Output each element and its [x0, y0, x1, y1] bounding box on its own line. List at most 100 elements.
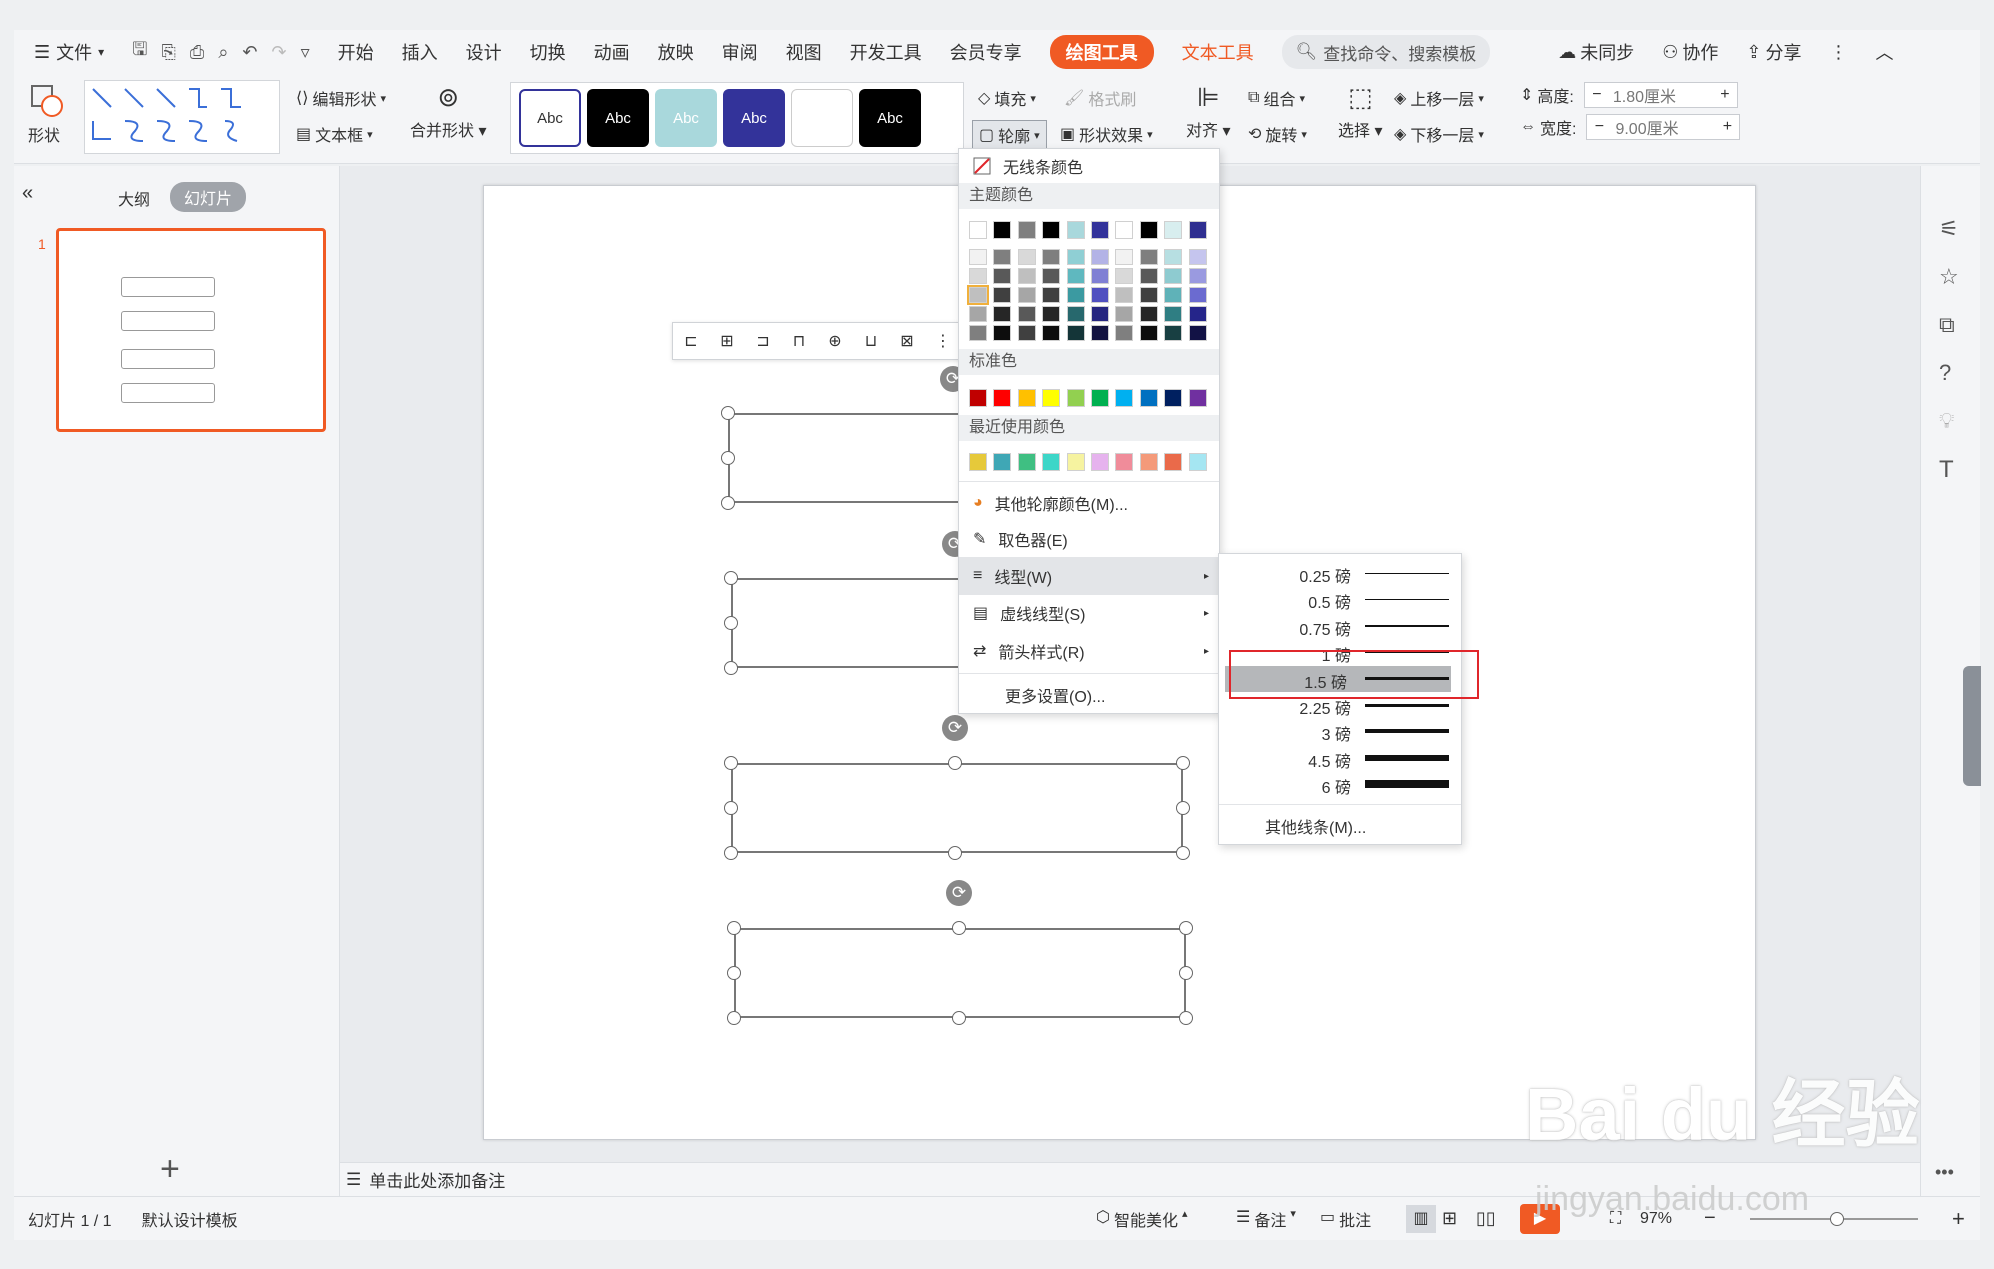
- color-swatch[interactable]: [1115, 325, 1134, 341]
- color-swatch[interactable]: [1164, 306, 1183, 322]
- resize-handle[interactable]: [721, 406, 735, 420]
- color-swatch[interactable]: [1066, 287, 1085, 303]
- tab-slides[interactable]: 幻灯片: [170, 182, 247, 212]
- color-swatch[interactable]: [1017, 325, 1036, 341]
- color-swatch[interactable]: [1139, 389, 1158, 407]
- file-menu[interactable]: ☰ 文件 ▾: [14, 30, 118, 74]
- resize-handle[interactable]: [727, 966, 741, 980]
- color-swatch[interactable]: [1091, 306, 1109, 322]
- color-swatch[interactable]: [1042, 287, 1061, 303]
- color-swatch[interactable]: [967, 285, 989, 305]
- style-sample-white[interactable]: Abc: [519, 89, 581, 147]
- send-backward-button[interactable]: ◈ 下移一层 ▾: [1394, 122, 1484, 146]
- help-icon[interactable]: ?: [1939, 360, 1951, 386]
- fill-button[interactable]: ◇ 填充 ▾: [978, 86, 1036, 110]
- style-sample-navy[interactable]: Abc: [723, 89, 785, 147]
- star-icon[interactable]: ☆: [1939, 264, 1959, 290]
- color-swatch[interactable]: [1188, 221, 1207, 239]
- color-swatch[interactable]: [1042, 325, 1061, 341]
- resize-handle[interactable]: [724, 756, 738, 770]
- line-weight-option[interactable]: 0.75 磅: [1219, 613, 1461, 639]
- resize-handle[interactable]: [1179, 921, 1193, 935]
- color-swatch[interactable]: [1164, 221, 1183, 239]
- slide-thumbnail[interactable]: [56, 228, 326, 432]
- color-swatch[interactable]: [1139, 325, 1158, 341]
- color-swatch[interactable]: [1164, 453, 1183, 471]
- no-line-color[interactable]: 无线条颜色: [959, 149, 1219, 183]
- shape-button[interactable]: 形状: [28, 82, 64, 146]
- format-brush-button[interactable]: 🖌︎ 格式刷: [1064, 86, 1136, 110]
- align-center-icon[interactable]: ⊞: [709, 322, 745, 360]
- minus-icon[interactable]: −: [1587, 118, 1611, 136]
- tab-home[interactable]: 开始: [324, 30, 388, 74]
- resize-handle[interactable]: [724, 661, 738, 675]
- color-swatch[interactable]: [1066, 453, 1085, 471]
- color-swatch[interactable]: [969, 389, 987, 407]
- add-slide-button[interactable]: +: [160, 1150, 180, 1189]
- color-swatch[interactable]: [1091, 287, 1109, 303]
- share-button[interactable]: ⇪ 分享: [1732, 30, 1815, 74]
- color-swatch[interactable]: [1066, 325, 1085, 341]
- collapse-panel-icon[interactable]: «: [22, 182, 33, 205]
- rect-shape-1[interactable]: [728, 413, 968, 503]
- tab-review[interactable]: 审阅: [708, 30, 772, 74]
- line-style-item[interactable]: ≡ 线型(W) ▸: [959, 557, 1219, 595]
- more-outline-colors[interactable]: ◕ 其他轮廓颜色(M)...: [959, 487, 1219, 519]
- color-swatch[interactable]: [1188, 389, 1207, 407]
- dash-style-item[interactable]: ▤ 虚线线型(S) ▸: [959, 597, 1219, 629]
- rotate-handle[interactable]: ⟳: [942, 715, 968, 741]
- resize-handle[interactable]: [724, 846, 738, 860]
- color-swatch[interactable]: [1017, 306, 1036, 322]
- more-icon[interactable]: ⋮: [1815, 30, 1861, 74]
- resize-handle[interactable]: [952, 1011, 966, 1025]
- reading-view-icon[interactable]: ▯▯: [1476, 1208, 1496, 1229]
- arrow-style-item[interactable]: ⇄ 箭头样式(R) ▸: [959, 635, 1219, 667]
- tab-outline[interactable]: 大纲: [118, 186, 150, 210]
- normal-view-icon[interactable]: ▥: [1406, 1204, 1436, 1233]
- color-swatch[interactable]: [993, 221, 1012, 239]
- color-swatch[interactable]: [1188, 453, 1207, 471]
- resize-handle[interactable]: [727, 1011, 741, 1025]
- align-right-icon[interactable]: ⊐: [745, 322, 781, 360]
- resize-handle[interactable]: [724, 801, 738, 815]
- shape-effect-button[interactable]: ▣ 形状效果 ▾: [1060, 122, 1153, 146]
- color-swatch[interactable]: [1115, 453, 1134, 471]
- color-swatch[interactable]: [1091, 325, 1109, 341]
- color-swatch[interactable]: [1139, 453, 1158, 471]
- tab-view[interactable]: 视图: [772, 30, 836, 74]
- resize-handle[interactable]: [1179, 1011, 1193, 1025]
- outline-button[interactable]: ▢ 轮廓 ▾: [972, 120, 1047, 150]
- resize-handle[interactable]: [1179, 966, 1193, 980]
- color-swatch[interactable]: [1164, 287, 1183, 303]
- zoom-in-icon[interactable]: +: [1952, 1206, 1965, 1232]
- resize-handle[interactable]: [1176, 756, 1190, 770]
- zoom-slider-thumb[interactable]: [1830, 1211, 1844, 1226]
- line-weight-option[interactable]: 0.25 磅: [1219, 560, 1461, 586]
- tab-insert[interactable]: 插入: [388, 30, 452, 74]
- color-swatch[interactable]: [1091, 268, 1109, 284]
- resize-handle[interactable]: [724, 616, 738, 630]
- resize-handle[interactable]: [1176, 801, 1190, 815]
- color-swatch[interactable]: [1164, 268, 1183, 284]
- color-swatch[interactable]: [1188, 249, 1207, 265]
- color-swatch[interactable]: [1164, 249, 1183, 265]
- color-swatch[interactable]: [1091, 453, 1109, 471]
- color-swatch[interactable]: [993, 268, 1012, 284]
- edit-shape-button[interactable]: ⟨⟩ 编辑形状 ▾: [296, 86, 386, 110]
- color-swatch[interactable]: [1066, 389, 1085, 407]
- align-middle-icon[interactable]: ⊕: [817, 322, 853, 360]
- resize-handle[interactable]: [727, 921, 741, 935]
- color-swatch[interactable]: [1066, 221, 1085, 239]
- color-swatch[interactable]: [1091, 389, 1109, 407]
- search-box[interactable]: 🔍︎ 查找命令、搜索模板: [1268, 30, 1505, 74]
- paste-icon[interactable]: ⎘: [162, 42, 176, 63]
- color-swatch[interactable]: [993, 453, 1012, 471]
- side-handle[interactable]: [1963, 666, 1981, 786]
- color-swatch[interactable]: [1017, 389, 1036, 407]
- plus-icon[interactable]: +: [1713, 86, 1737, 104]
- align-button[interactable]: ⊫ 对齐 ▾: [1186, 82, 1231, 141]
- tab-member[interactable]: 会员专享: [936, 30, 1036, 74]
- shape-gallery[interactable]: [84, 80, 280, 154]
- color-swatch[interactable]: [1017, 249, 1036, 265]
- redo-icon[interactable]: ↷: [272, 42, 287, 63]
